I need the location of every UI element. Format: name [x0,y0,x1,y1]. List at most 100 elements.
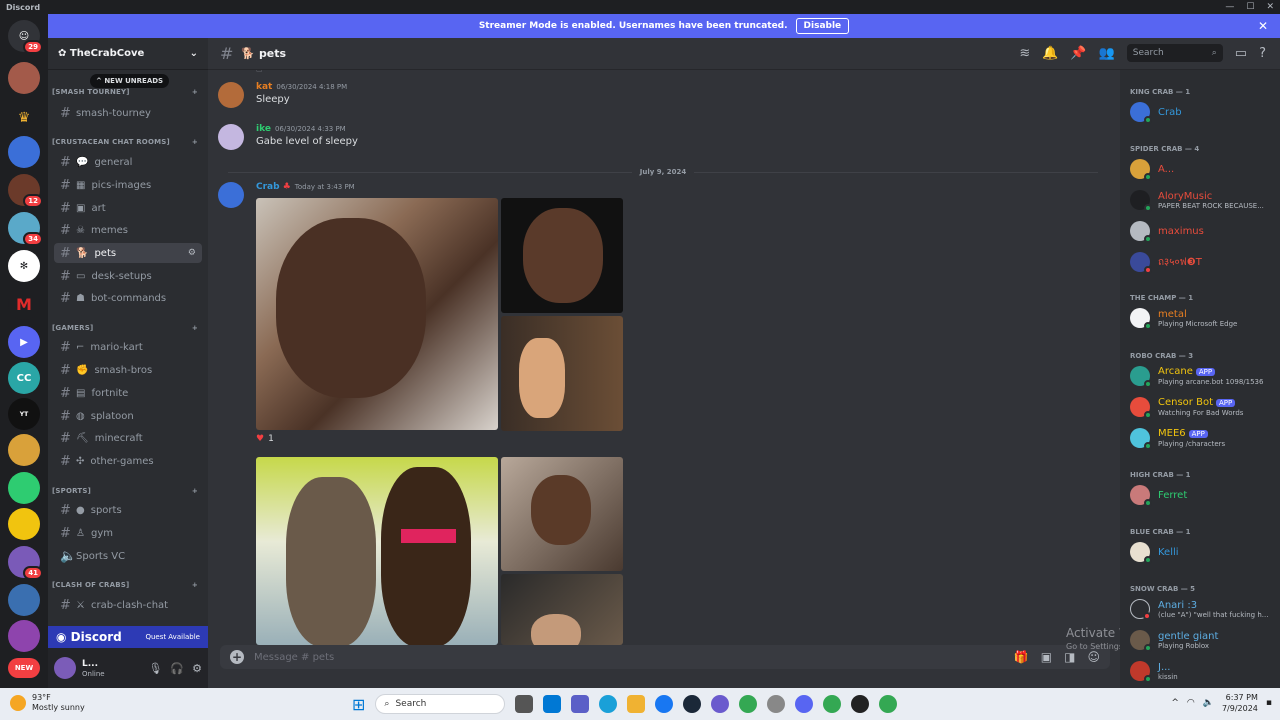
member-item[interactable]: gentle giant Playing Roblox [1130,629,1218,652]
channel-smash-bros[interactable]: # ✊ smash-bros [54,360,202,380]
chevron-up-icon[interactable]: ^ [1171,698,1179,708]
teams-icon[interactable] [571,695,590,713]
category-smash-tourney[interactable]: [SMASH TOURNEY] + [48,88,208,96]
channel-bot-commands[interactable]: # ☗ bot-commands [54,288,202,308]
member-item[interactable]: J... kissin [1130,660,1178,683]
file-explorer-icon[interactable] [627,695,646,713]
close-icon[interactable]: ✕ [1258,19,1268,33]
member-item[interactable]: Anari :3 (clue "A") "well that fucking h.… [1130,598,1268,620]
edge-icon[interactable] [599,695,618,713]
member-item[interactable]: Arcane APP Playing arcane.bot 1098/1536 [1130,365,1263,388]
member-item[interactable]: maximus [1130,220,1204,243]
server-icon[interactable]: CC [8,362,40,394]
channel-crab-clash-chat[interactable]: # ⚔ crab-clash-chat [54,595,202,615]
taskbar-search[interactable]: ⌕ Search [375,694,506,714]
notification-icon[interactable]: ▪ [1266,698,1272,708]
channel-desk-setups[interactable]: # ▭ desk-setups [54,266,202,286]
server-icon[interactable] [8,136,40,168]
avatar[interactable] [218,82,244,108]
gif-icon[interactable]: ▣ [1041,650,1052,664]
chrome-icon[interactable] [823,695,842,713]
add-channel-icon[interactable]: + [192,138,198,146]
app-icon[interactable] [711,695,730,713]
category-sports[interactable]: [SPORTS] + [48,487,208,495]
members-icon[interactable]: 👥 [1099,46,1115,61]
gift-icon[interactable]: 🎁 [1014,650,1029,664]
threads-icon[interactable]: ≋ [1019,46,1030,61]
new-unreads-pill[interactable]: ^ NEW UNREADS [90,74,170,88]
microphone-icon[interactable]: 🎙 [148,662,162,675]
channel-splatoon[interactable]: # ◍ splatoon [54,406,202,426]
server-icon[interactable] [8,508,40,540]
server-icon[interactable] [8,620,40,652]
member-item[interactable]: metal Playing Microsoft Edge [1130,307,1237,330]
server-icon[interactable]: 41 [8,546,43,580]
image-attachment[interactable] [501,574,623,645]
quest-promo[interactable]: ◉ Discord Quest Available [48,626,208,648]
guild-header[interactable]: ✿ TheCrabCove ⌄ [48,38,208,70]
server-icon[interactable] [8,584,40,616]
message-composer[interactable]: + Message # pets 🎁 ▣ ◨ ☺ [220,645,1110,669]
image-attachment[interactable] [501,316,623,431]
clock[interactable]: 6:37 PM 7/9/2024 [1222,692,1258,714]
reaction[interactable]: ♥ 1 [256,434,274,444]
server-icon[interactable]: ✻ [8,250,40,282]
gear-icon[interactable]: ⚙ [192,662,202,675]
chrome-icon[interactable] [879,695,898,713]
mail-icon[interactable] [543,695,562,713]
avatar[interactable] [218,182,244,208]
channel-mario-kart[interactable]: # ⌐ mario-kart [54,337,202,357]
discord-icon[interactable] [795,695,814,713]
discord-home-icon[interactable]: ☺ 29 [8,20,43,54]
server-icon[interactable] [8,472,40,504]
channel-gym[interactable]: # ♙ gym [54,523,202,543]
channel-memes[interactable]: # ☠ memes [54,220,202,240]
category-clash-of-crabs[interactable]: [CLASH OF CRABS] + [48,581,208,589]
volume-icon[interactable]: 🔈 [1203,698,1214,708]
pin-icon[interactable]: 📌 [1070,46,1086,61]
weather-widget[interactable]: 93°F Mostly sunny [10,693,85,713]
add-channel-icon[interactable]: + [192,487,198,495]
search-input[interactable]: Search ⌕ [1126,44,1223,62]
windows-start-icon[interactable]: ⊞ [352,695,365,714]
category-crustacean-chat-rooms[interactable]: [CRUSTACEAN CHAT ROOMS] + [48,138,208,146]
message-author[interactable]: kat 06/30/2024 4:18 PM [256,82,347,92]
task-view-icon[interactable] [515,695,534,713]
obs-icon[interactable] [851,695,870,713]
xbox-icon[interactable] [767,695,786,713]
avatar[interactable] [54,657,76,679]
member-item[interactable]: Kelli [1130,541,1179,564]
image-attachment[interactable] [256,457,498,645]
server-icon[interactable]: M [8,288,40,320]
inbox-icon[interactable]: ▭ [1235,46,1247,61]
member-item[interactable]: MEE6 APP Playing /characters [1130,427,1225,450]
member-item[interactable]: A... [1130,158,1174,181]
headphones-icon[interactable]: 🎧 [170,662,184,675]
member-item[interactable]: ถ३५०ฟ❸Τ [1130,251,1202,274]
server-icon[interactable]: 12 [8,174,43,208]
server-icon[interactable]: 34 [8,212,43,246]
image-attachment[interactable] [501,457,623,571]
channel-art[interactable]: # ▣ art [54,198,202,218]
channel-sports-vc[interactable]: 🔈 Sports VC [54,546,202,566]
close-icon[interactable]: ✕ [1266,2,1274,12]
minimize-icon[interactable]: — [1225,2,1234,12]
app-icon[interactable] [655,695,674,713]
bell-icon[interactable]: 🔔 [1042,46,1058,61]
member-item[interactable]: Ferret [1130,484,1187,507]
add-channel-icon[interactable]: + [192,88,198,96]
channel-pics-images[interactable]: # ▦ pics-images [54,175,202,195]
help-icon[interactable]: ? [1259,46,1266,61]
channel-sports[interactable]: # ● sports [54,500,202,520]
channel-other-games[interactable]: # ✣ other-games [54,451,202,471]
member-item[interactable]: Censor Bot APP Watching For Bad Words [1130,396,1243,419]
channel-pets[interactable]: # 🐕 pets ⚙ [54,243,202,263]
channel-minecraft[interactable]: # ⛏ minecraft [54,428,202,448]
image-attachment[interactable] [256,198,498,430]
member-item[interactable]: Crab [1130,101,1182,124]
image-attachment[interactable] [501,198,623,313]
disable-button[interactable]: Disable [795,18,850,34]
message-author[interactable]: Crab ♣ Today at 3:43 PM [256,182,355,192]
channel-smash-tourney[interactable]: # smash-tourney [54,103,202,123]
message-author[interactable]: ike 06/30/2024 4:33 PM [256,124,346,134]
